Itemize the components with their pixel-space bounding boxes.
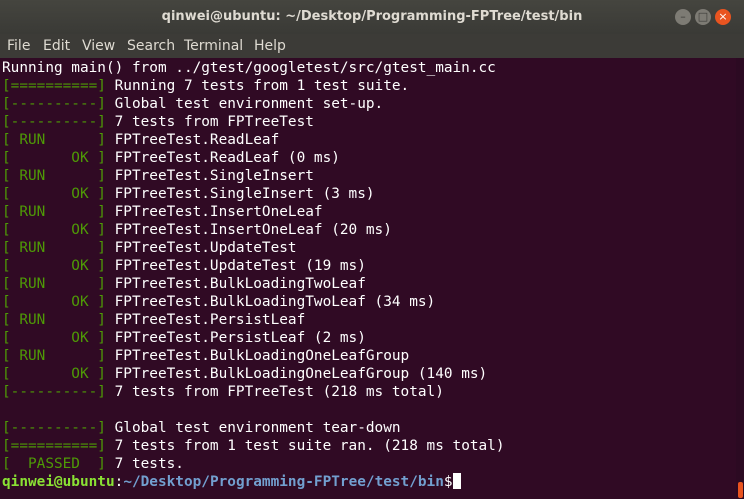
line-text: 7 tests from FPTreeTest (218 ms total)	[105, 384, 444, 400]
line-text: Global test environment tear-down	[105, 420, 401, 436]
menu-file[interactable]: File	[7, 38, 30, 54]
terminal-line: [----------] 7 tests from FPTreeTest (21…	[2, 383, 444, 401]
line-text: FPTreeTest.SingleInsert	[105, 168, 314, 184]
line-tag: [----------]	[2, 96, 106, 112]
line-tag: [ RUN ]	[2, 348, 106, 364]
line-text: 7 tests from 1 test suite ran. (218 ms t…	[105, 438, 505, 454]
terminal-line: [ OK ] FPTreeTest.BulkLoadingTwoLeaf (34…	[2, 293, 435, 311]
line-text: FPTreeTest.UpdateTest	[105, 240, 297, 256]
line-text: FPTreeTest.BulkLoadingOneLeafGroup (140 …	[105, 366, 488, 382]
menu-terminal[interactable]: Terminal	[184, 38, 243, 54]
line-tag: [ OK ]	[2, 186, 106, 202]
line-text: FPTreeTest.BulkLoadingTwoLeaf	[105, 276, 366, 292]
maximize-icon[interactable]: □	[695, 9, 711, 25]
line-tag: [ OK ]	[2, 222, 106, 238]
line-tag: [ RUN ]	[2, 312, 106, 328]
terminal-line: [==========] 7 tests from 1 test suite r…	[2, 437, 505, 455]
terminal-line: [----------] Global test environment set…	[2, 95, 383, 113]
prompt-symbol: $	[443, 474, 453, 490]
line-tag: [==========]	[2, 438, 106, 454]
line-text: Running 7 tests from 1 test suite.	[105, 78, 410, 94]
line-tag: [ RUN ]	[2, 204, 106, 220]
line-tag: [ RUN ]	[2, 240, 106, 256]
menu-search[interactable]: Search	[127, 38, 175, 54]
line-tag: [ RUN ]	[2, 168, 106, 184]
line-text: FPTreeTest.BulkLoadingTwoLeaf (34 ms)	[105, 294, 436, 310]
prompt-user-host: qinwei@ubuntu	[2, 474, 115, 490]
close-icon[interactable]: ×	[715, 9, 731, 25]
terminal-line: [ PASSED ] 7 tests.	[2, 455, 184, 473]
shell-prompt[interactable]: qinwei@ubuntu:~/Desktop/Programming-FPTr…	[2, 473, 461, 491]
terminal-line: [ RUN ] FPTreeTest.BulkLoadingOneLeafGro…	[2, 347, 409, 365]
line-tag: [ OK ]	[2, 366, 106, 382]
menu-edit[interactable]: Edit	[43, 38, 70, 54]
prompt-separator: :	[114, 474, 124, 490]
terminal-line: [ OK ] FPTreeTest.BulkLoadingOneLeafGrou…	[2, 365, 487, 383]
line-text: FPTreeTest.PersistLeaf	[105, 312, 306, 328]
line-tag: [ PASSED ]	[2, 456, 106, 472]
terminal-line: [ OK ] FPTreeTest.ReadLeaf (0 ms)	[2, 149, 340, 167]
line-tag: [ OK ]	[2, 330, 106, 346]
terminal-line: [==========] Running 7 tests from 1 test…	[2, 77, 409, 95]
terminal-window: qinwei@ubuntu: ~/Desktop/Programming-FPT…	[0, 0, 744, 499]
title-bar[interactable]: qinwei@ubuntu: ~/Desktop/Programming-FPT…	[0, 0, 744, 34]
menu-view[interactable]: View	[82, 38, 115, 54]
line-text: 7 tests from FPTreeTest	[105, 114, 314, 130]
line-tag: [ RUN ]	[2, 132, 106, 148]
line-tag: [==========]	[2, 78, 106, 94]
line-text: FPTreeTest.ReadLeaf	[105, 132, 280, 148]
scrollbar[interactable]	[736, 58, 744, 499]
line-tag: [ OK ]	[2, 150, 106, 166]
line-tag: [ OK ]	[2, 258, 106, 274]
line-tag: [ RUN ]	[2, 276, 106, 292]
terminal-line: [ RUN ] FPTreeTest.PersistLeaf	[2, 311, 305, 329]
line-text: Global test environment set-up.	[105, 96, 384, 112]
window-title: qinwei@ubuntu: ~/Desktop/Programming-FPT…	[161, 9, 583, 24]
text-cursor	[452, 473, 461, 489]
terminal-output[interactable]: Running main() from ../gtest/googletest/…	[0, 58, 736, 499]
line-tag: [----------]	[2, 420, 106, 436]
terminal-line: [----------] Global test environment tea…	[2, 419, 401, 437]
line-text: FPTreeTest.ReadLeaf (0 ms)	[105, 150, 340, 166]
terminal-line: [ RUN ] FPTreeTest.UpdateTest	[2, 239, 297, 257]
terminal-line: [ OK ] FPTreeTest.PersistLeaf (2 ms)	[2, 329, 366, 347]
terminal-line: [ RUN ] FPTreeTest.SingleInsert	[2, 167, 314, 185]
line-text: FPTreeTest.BulkLoadingOneLeafGroup	[105, 348, 410, 364]
line-text: FPTreeTest.PersistLeaf (2 ms)	[105, 330, 366, 346]
line-text: FPTreeTest.InsertOneLeaf (20 ms)	[105, 222, 392, 238]
line-text: Running main() from ../gtest/googletest/…	[2, 60, 496, 76]
scrollbar-thumb[interactable]	[738, 482, 743, 498]
terminal-line: [ OK ] FPTreeTest.UpdateTest (19 ms)	[2, 257, 366, 275]
menu-bar: File Edit View Search Terminal Help	[0, 34, 744, 58]
terminal-line: [ OK ] FPTreeTest.SingleInsert (3 ms)	[2, 185, 375, 203]
terminal-line: [ RUN ] FPTreeTest.BulkLoadingTwoLeaf	[2, 275, 366, 293]
terminal-line: [ RUN ] FPTreeTest.ReadLeaf	[2, 131, 279, 149]
prompt-path: ~/Desktop/Programming-FPTree/test/bin	[123, 474, 444, 490]
minimize-icon[interactable]: –	[675, 9, 691, 25]
line-text: FPTreeTest.SingleInsert (3 ms)	[105, 186, 375, 202]
line-tag: [ OK ]	[2, 294, 106, 310]
terminal-line: [ RUN ] FPTreeTest.InsertOneLeaf	[2, 203, 323, 221]
line-tag: [----------]	[2, 384, 106, 400]
terminal-line: [----------] 7 tests from FPTreeTest	[2, 113, 314, 131]
menu-help[interactable]: Help	[254, 38, 286, 54]
line-tag: [----------]	[2, 114, 106, 130]
terminal-line: [ OK ] FPTreeTest.InsertOneLeaf (20 ms)	[2, 221, 392, 239]
terminal-line: Running main() from ../gtest/googletest/…	[2, 59, 496, 77]
line-text: 7 tests.	[105, 456, 184, 472]
line-text: FPTreeTest.InsertOneLeaf	[105, 204, 323, 220]
line-text: FPTreeTest.UpdateTest (19 ms)	[105, 258, 366, 274]
